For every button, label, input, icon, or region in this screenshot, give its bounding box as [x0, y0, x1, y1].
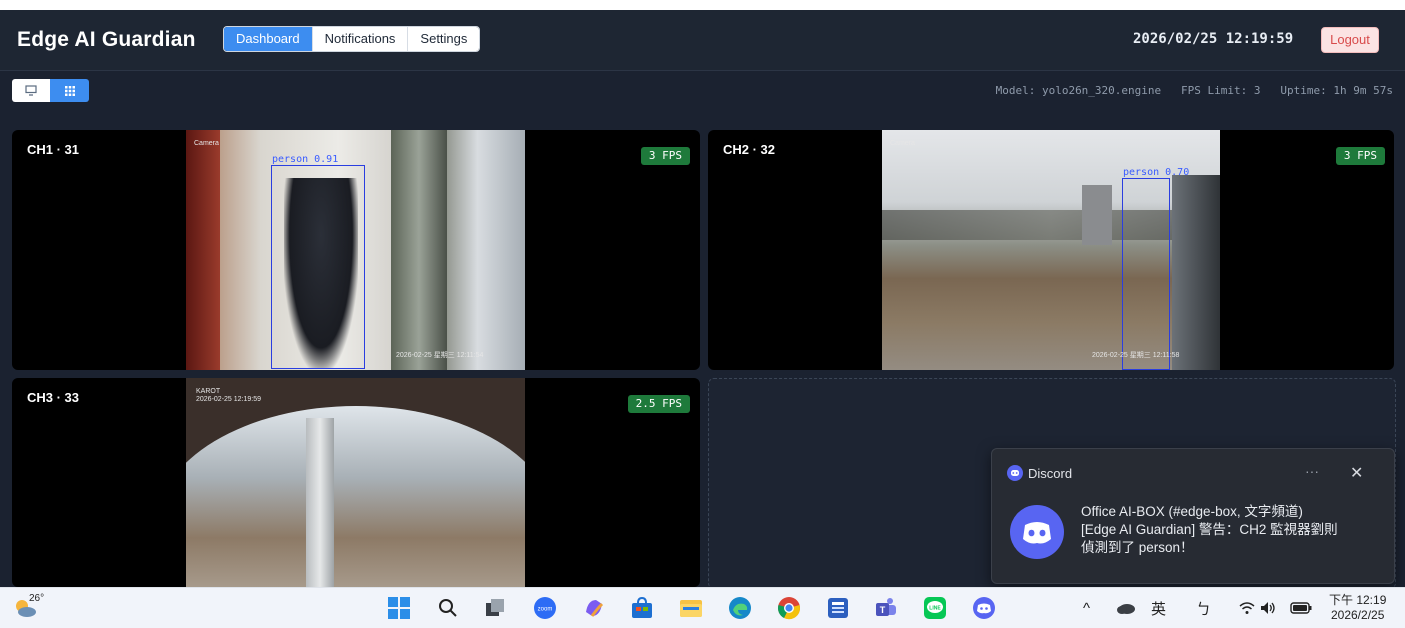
ime-language-indicator[interactable]: 英: [1151, 598, 1166, 619]
zoom-icon[interactable]: zoom: [532, 595, 558, 621]
fps-badge: 3 FPS: [1335, 147, 1385, 165]
svg-text:T: T: [880, 605, 886, 615]
fps-limit: FPS Limit: 3: [1181, 84, 1261, 97]
discord-icon: [1007, 465, 1023, 481]
svg-text:zoom: zoom: [538, 607, 553, 613]
volume-icon[interactable]: [1255, 595, 1281, 621]
camera-panel-ch3[interactable]: CH3 · 33 2.5 FPS KAROT 2026-02-25 12:19:…: [12, 378, 700, 587]
discord-notification[interactable]: Discord ··· ✕ Office AI-BOX (#edge-box, …: [991, 448, 1395, 584]
current-datetime: 2026/02/25 12:19:59: [1133, 31, 1294, 47]
detection-box: person 0.70: [1122, 167, 1189, 370]
windows-taskbar: 26° zoom T LINE ^ 英 ㄅ 下午 12:19 2026/2/25: [0, 587, 1405, 628]
video-timestamp: 2026-02-25 星期三 12:11:54: [396, 352, 484, 359]
uptime: Uptime: 1h 9m 57s: [1280, 84, 1393, 97]
line-icon[interactable]: LINE: [922, 595, 948, 621]
detection-label: person 0.91: [272, 154, 339, 165]
discord-avatar-icon: [1010, 505, 1064, 559]
windows-start-icon[interactable]: [386, 595, 412, 621]
notification-line-3: 偵測到了 person！: [1081, 540, 1194, 555]
taskbar-date: 2026/2/25: [1330, 608, 1385, 622]
weather-temperature: 26°: [29, 593, 45, 604]
notification-message: Office AI-BOX (#edge-box, 文字頻道) [Edge AI…: [1081, 503, 1381, 557]
logout-button[interactable]: Logout: [1321, 27, 1379, 53]
model-name: Model: yolo26n_320.engine: [995, 84, 1162, 97]
channel-label: CH2 · 32: [723, 142, 776, 157]
system-status: Model: yolo26n_320.engine FPS Limit: 3 U…: [996, 84, 1393, 97]
camera-caption: Camera: [194, 140, 219, 147]
fps-badge: 3 FPS: [640, 147, 690, 165]
app-window: Edge AI Guardian Dashboard Notifications…: [0, 10, 1405, 587]
camera-panel-ch2[interactable]: CH2 · 32 3 FPS Camera person 0.70 2026-0…: [708, 130, 1394, 370]
task-view-icon[interactable]: [483, 595, 509, 621]
view-mode-toggle: [12, 79, 89, 102]
notification-line-1: Office AI-BOX (#edge-box, 文字頻道): [1081, 504, 1303, 519]
edge-icon[interactable]: [727, 595, 753, 621]
tray-chevron-icon[interactable]: ^: [1083, 600, 1090, 617]
notification-line-2: [Edge AI Guardian] 警告：CH2 監視器劉則: [1081, 522, 1338, 537]
file-explorer-icon[interactable]: [678, 595, 704, 621]
grid-icon: [64, 85, 75, 96]
taskbar-clock[interactable]: 下午 12:19 2026/2/25: [1329, 593, 1386, 623]
chrome-icon[interactable]: [776, 595, 802, 621]
onedrive-cloud-icon[interactable]: [1113, 595, 1139, 621]
monitor-icon: [25, 85, 37, 96]
camera-caption: KAROT: [196, 388, 221, 395]
svg-text:LINE: LINE: [929, 606, 941, 612]
battery-icon[interactable]: [1288, 595, 1314, 621]
fps-badge: 2.5 FPS: [627, 395, 690, 413]
notification-app-name: Discord: [1028, 466, 1073, 481]
detection-box: person 0.91: [271, 154, 365, 369]
notification-more-button[interactable]: ···: [1305, 463, 1319, 479]
camera-panel-ch1[interactable]: CH1 · 31 3 FPS Camera person 0.91 2026-0…: [12, 130, 700, 370]
notification-close-button[interactable]: ✕: [1350, 463, 1363, 483]
camera-caption: Camera: [890, 140, 915, 147]
copilot-icon[interactable]: [581, 595, 607, 621]
tab-settings[interactable]: Settings: [408, 27, 480, 51]
video-timestamp: 2026-02-25 12:19:59: [196, 396, 261, 403]
detection-label: person 0.70: [1123, 167, 1190, 178]
teams-icon[interactable]: T: [873, 595, 899, 621]
grid-view-button[interactable]: [50, 79, 89, 102]
tab-dashboard[interactable]: Dashboard: [224, 27, 313, 51]
app-title: Edge AI Guardian: [17, 28, 196, 51]
tab-notifications[interactable]: Notifications: [312, 27, 409, 51]
single-view-button[interactable]: [12, 79, 50, 102]
notes-icon[interactable]: [825, 595, 851, 621]
camera-feed-image: Camera person 0.91 2026-02-25 星期三 12:11:…: [186, 130, 525, 370]
channel-label: CH1 · 31: [27, 142, 80, 157]
search-icon[interactable]: [435, 595, 461, 621]
main-tabs: Dashboard Notifications Settings: [223, 26, 481, 52]
channel-label: CH3 · 33: [27, 390, 80, 405]
camera-feed-image: KAROT 2026-02-25 12:19:59: [186, 378, 525, 587]
store-icon[interactable]: [629, 595, 655, 621]
discord-taskbar-icon[interactable]: [971, 595, 997, 621]
video-timestamp: 2026-02-25 星期三 12:11:58: [1092, 352, 1180, 359]
camera-feed-image: Camera person 0.70 2026-02-25 星期三 12:11:…: [882, 130, 1220, 370]
top-header: Edge AI Guardian Dashboard Notifications…: [0, 10, 1405, 71]
ime-mode-indicator[interactable]: ㄅ: [1196, 598, 1211, 619]
taskbar-time: 下午 12:19: [1329, 593, 1387, 607]
